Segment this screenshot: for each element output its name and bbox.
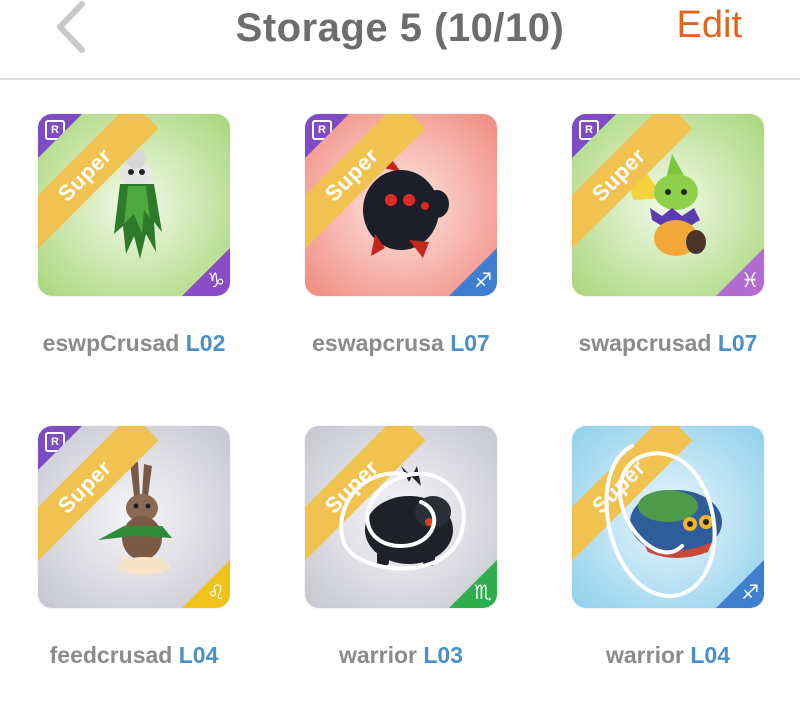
pet-card[interactable]: Super R ♑	[38, 114, 230, 296]
pet-level: L02	[185, 330, 226, 356]
pet-label: eswapcrusa L07	[271, 330, 531, 357]
pet-name: eswapcrusa	[312, 330, 444, 356]
pet-card[interactable]: Super R ♓	[572, 114, 764, 296]
pet-card[interactable]: Super ♏	[305, 426, 497, 608]
capricorn-icon: ♑	[207, 270, 225, 292]
pet-card[interactable]: Super R ♌	[38, 426, 230, 608]
pet-label: swapcrusad L07	[538, 330, 798, 357]
sagittarius-icon: ♐	[741, 582, 759, 604]
sagittarius-icon: ♐	[474, 270, 492, 292]
pet-level: L07	[450, 330, 490, 356]
pet-level: L07	[717, 330, 758, 356]
pet-name: swapcrusad	[578, 330, 712, 356]
pet-card[interactable]: Super R ♐	[305, 114, 497, 296]
pet-label: eswpCrusad L02	[4, 330, 264, 357]
pet-level: L04	[690, 642, 730, 668]
pet-label: warrior L04	[538, 642, 798, 669]
pet-level: L03	[423, 642, 463, 668]
scorpio-icon: ♏	[474, 582, 492, 604]
pet-label: warrior L03	[271, 642, 531, 669]
pet-name: warrior	[338, 642, 417, 668]
pet-name: eswpCrusad	[42, 330, 180, 356]
pet-name: feedcrusad	[49, 642, 173, 668]
pisces-icon: ♓	[741, 270, 759, 292]
edit-button[interactable]: Edit	[677, 4, 742, 47]
pet-card[interactable]: Super ♐	[572, 426, 764, 608]
pet-label: feedcrusad L04	[4, 642, 264, 669]
pet-name: warrior	[605, 642, 684, 668]
nav-header: Storage 5 (10/10) Edit	[0, 0, 800, 80]
leo-icon: ♌	[207, 582, 225, 604]
pet-level: L04	[178, 642, 219, 668]
